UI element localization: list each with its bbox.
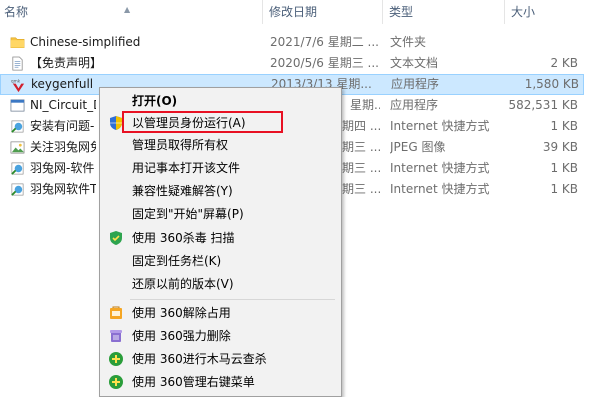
file-date: 星期... <box>350 98 380 112</box>
file-type: Internet 快捷方式 <box>390 119 490 133</box>
360-unlock-icon <box>108 305 124 321</box>
360-shield-icon <box>108 230 124 246</box>
file-size <box>504 32 578 53</box>
menu-item-360-context-menu-manager[interactable]: 使用 360管理右键菜单 <box>102 371 339 393</box>
file-date: 2021/7/6 星期二 ... <box>270 35 379 49</box>
column-header-date-label: 修改日期 <box>269 5 318 19</box>
file-size: 1,580 KB <box>524 77 579 91</box>
file-size: 39 KB <box>542 140 578 154</box>
menu-item-label: 使用 360进行木马云查杀 <box>132 352 267 366</box>
file-name: Chinese-simplified <box>30 35 141 49</box>
menu-item-360-unlock[interactable]: 使用 360解除占用 <box>102 302 339 324</box>
menu-separator <box>130 299 335 300</box>
column-header-type[interactable]: 类型 <box>382 0 504 24</box>
file-size: 582,531 KB <box>508 98 578 112</box>
internet-shortcut-icon <box>10 179 26 200</box>
menu-item-take-ownership[interactable]: 管理员取得所有权 <box>102 134 339 156</box>
menu-item-open-with-notepad[interactable]: 用记事本打开该文件 <box>102 157 339 179</box>
folder-icon <box>10 32 26 53</box>
app-icon <box>10 95 26 116</box>
file-name: 安装有问题- <box>30 119 95 133</box>
internet-shortcut-icon <box>10 116 26 137</box>
file-name: 羽兔网-软件 <box>30 161 95 175</box>
column-header-date[interactable]: 修改日期 <box>262 0 382 24</box>
360-delete-icon <box>108 328 124 344</box>
file-type: 应用程序 <box>390 98 439 112</box>
menu-item-label: 打开(O) <box>132 94 178 108</box>
file-type: 文本文档 <box>390 56 439 70</box>
menu-item-360-force-delete[interactable]: 使用 360强力删除 <box>102 325 339 347</box>
menu-item-pin-to-start[interactable]: 固定到"开始"屏幕(P) <box>102 203 339 225</box>
highlight-box <box>122 111 283 133</box>
menu-item-restore-previous-versions[interactable]: 还原以前的版本(V) <box>102 273 339 295</box>
column-header-name-label: 名称 <box>4 5 29 19</box>
menu-item-360-cloud-scan[interactable]: 使用 360进行木马云查杀 <box>102 348 339 370</box>
internet-shortcut-icon <box>10 158 26 179</box>
keygen-app-icon: qmk <box>11 75 27 96</box>
column-header-size[interactable]: 大小 <box>504 0 592 24</box>
file-name: 羽兔网软件T <box>30 182 96 196</box>
file-name: 【免责声明】 <box>30 56 103 70</box>
menu-item-label: 管理员取得所有权 <box>132 138 229 152</box>
file-date: 2020/5/6 星期三 ... <box>270 56 379 70</box>
menu-item-label: 使用 360管理右键菜单 <box>132 375 255 389</box>
menu-item-open[interactable]: 打开(O) <box>102 90 339 112</box>
context-menu: 打开(O) 以管理员身份运行(A) 管理员取得所有权 用记事本打开该文件 兼容性… <box>99 87 342 397</box>
column-header-size-label: 大小 <box>511 5 536 19</box>
file-size: 2 KB <box>550 56 578 70</box>
file-size: 1 KB <box>550 161 578 175</box>
file-type: 文件夹 <box>390 35 427 49</box>
menu-item-label: 使用 360解除占用 <box>132 306 231 320</box>
file-size: 1 KB <box>550 119 578 133</box>
sort-up-icon: ▲ <box>124 5 131 14</box>
text-file-icon <box>10 53 26 74</box>
file-row[interactable]: 【免责声明】 2020/5/6 星期三 ... 文本文档 2 KB <box>0 53 584 74</box>
360-cloud-scan-icon <box>108 351 124 367</box>
menu-item-label: 还原以前的版本(V) <box>132 277 234 291</box>
menu-item-label: 兼容性疑难解答(Y) <box>132 184 233 198</box>
menu-item-label: 固定到"开始"屏幕(P) <box>132 207 244 221</box>
column-header-type-label: 类型 <box>389 5 414 19</box>
file-row[interactable]: Chinese-simplified 2021/7/6 星期二 ... 文件夹 <box>0 32 584 53</box>
menu-item-label: 固定到任务栏(K) <box>132 254 222 268</box>
jpeg-image-icon <box>10 137 26 158</box>
column-header-bar: ▲ 名称 修改日期 类型 大小 <box>0 0 592 24</box>
file-type: 应用程序 <box>391 77 440 91</box>
file-type: Internet 快捷方式 <box>390 182 490 196</box>
file-type: Internet 快捷方式 <box>390 161 490 175</box>
file-size: 1 KB <box>550 182 578 196</box>
360-menu-manager-icon <box>108 374 124 390</box>
svg-text:qmk: qmk <box>11 79 21 84</box>
menu-item-label: 用记事本打开该文件 <box>132 161 241 175</box>
file-name: NI_Circuit_D <box>30 98 96 112</box>
menu-item-pin-to-taskbar[interactable]: 固定到任务栏(K) <box>102 250 339 272</box>
file-type: JPEG 图像 <box>390 140 446 154</box>
column-header-name[interactable]: ▲ 名称 <box>0 0 262 24</box>
menu-item-label: 使用 360强力删除 <box>132 329 231 343</box>
menu-item-troubleshoot-compatibility[interactable]: 兼容性疑难解答(Y) <box>102 180 339 202</box>
menu-item-360-scan[interactable]: 使用 360杀毒 扫描 <box>102 227 339 249</box>
menu-item-label: 使用 360杀毒 扫描 <box>132 231 235 245</box>
file-name: 关注羽兔网免 <box>30 140 96 154</box>
